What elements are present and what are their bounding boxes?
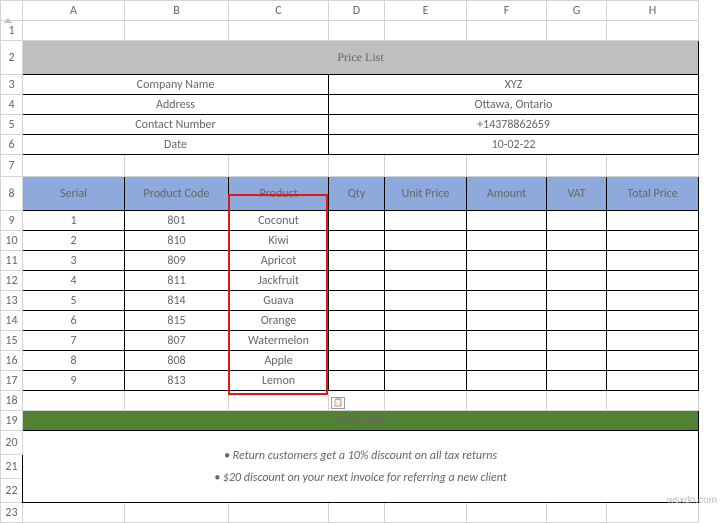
cell-product[interactable]: Guava [229,291,329,311]
cell-serial[interactable]: 8 [23,351,125,371]
cell-product[interactable]: Lemon [229,371,329,391]
cell-product[interactable]: Orange [229,311,329,331]
row-header[interactable]: 14 [1,311,23,331]
company-label[interactable]: Company Name [23,75,329,95]
row-header[interactable]: 6 [1,135,23,155]
title-cell[interactable]: Price List [23,41,699,75]
cell-product[interactable]: Apple [229,351,329,371]
row-header[interactable]: 5 [1,115,23,135]
watermark: wsxdn.com [667,495,717,506]
company-value[interactable]: XYZ [329,75,699,95]
cell-code[interactable]: 815 [125,311,229,331]
row-header[interactable]: 3 [1,75,23,95]
cell-serial[interactable]: 5 [23,291,125,311]
cell-unit[interactable] [385,211,467,231]
cell-serial[interactable]: 1 [23,211,125,231]
cell-serial[interactable]: 9 [23,371,125,391]
row-header[interactable]: 7 [1,155,23,177]
row-header[interactable]: 12 [1,271,23,291]
row-header[interactable]: 16 [1,351,23,371]
cell-total[interactable] [607,211,699,231]
row-header[interactable]: 15 [1,331,23,351]
discounts-body[interactable]: • Return customers get a 10% discount on… [23,431,699,503]
contact-label[interactable]: Contact Number [23,115,329,135]
paste-options-icon[interactable]: 📋 [331,397,345,409]
row-header[interactable]: 2 [1,41,23,75]
column-header-row: A B C D E F G H [1,1,699,21]
cell-serial[interactable]: 2 [23,231,125,251]
cell-product[interactable]: Coconut [229,211,329,231]
address-value[interactable]: Ottawa, Ontario [329,95,699,115]
cell-code[interactable]: 811 [125,271,229,291]
row-header[interactable]: 11 [1,251,23,271]
cell-serial[interactable]: 3 [23,251,125,271]
row-header[interactable]: 22 [1,479,23,503]
col-header-D[interactable]: D [329,1,385,21]
col-header-C[interactable]: C [229,1,329,21]
date-value[interactable]: 10-02-22 [329,135,699,155]
row-header[interactable]: 20 [1,431,23,455]
cell-product[interactable]: Kiwi [229,231,329,251]
col-header-A[interactable]: A [23,1,125,21]
hdr-code[interactable]: Product Code [125,177,229,211]
row-header[interactable]: 17 [1,371,23,391]
cell-code[interactable]: 814 [125,291,229,311]
row-header[interactable]: 23 [1,503,23,523]
cell-code[interactable]: 809 [125,251,229,271]
row-header[interactable]: 18 [1,391,23,411]
select-all-corner[interactable] [1,1,23,21]
address-label[interactable]: Address [23,95,329,115]
cell-serial[interactable]: 7 [23,331,125,351]
cell-code[interactable]: 813 [125,371,229,391]
discount-line1: • Return customers get a 10% discount on… [23,449,698,463]
row-header[interactable]: 19 [1,411,23,431]
cell-vat[interactable] [547,211,607,231]
cell-serial[interactable]: 6 [23,311,125,331]
row-header[interactable]: 10 [1,231,23,251]
hdr-serial[interactable]: Serial [23,177,125,211]
col-header-B[interactable]: B [125,1,229,21]
hdr-qty[interactable]: Qty [329,177,385,211]
row-header[interactable]: 1 [1,21,23,41]
row-header[interactable]: 9 [1,211,23,231]
hdr-unit[interactable]: Unit Price [385,177,467,211]
contact-value[interactable]: +14378862659 [329,115,699,135]
col-header-E[interactable]: E [385,1,467,21]
cell-code[interactable]: 807 [125,331,229,351]
cell-code[interactable]: 808 [125,351,229,371]
cell-code[interactable]: 810 [125,231,229,251]
col-header-G[interactable]: G [547,1,607,21]
row-header[interactable]: 21 [1,455,23,479]
col-header-H[interactable]: H [607,1,699,21]
row-header[interactable]: 8 [1,177,23,211]
cell-product[interactable]: Jackfruit [229,271,329,291]
cell-product[interactable]: Watermelon [229,331,329,351]
row-header[interactable]: 13 [1,291,23,311]
hdr-amount[interactable]: Amount [467,177,547,211]
cell-amount[interactable] [467,211,547,231]
cell-qty[interactable] [329,211,385,231]
hdr-vat[interactable]: VAT [547,177,607,211]
cell-serial[interactable]: 4 [23,271,125,291]
cell-code[interactable]: 801 [125,211,229,231]
spreadsheet-grid[interactable]: A B C D E F G H 1 2 Price List 3 Company… [0,0,699,523]
hdr-total[interactable]: Total Price [607,177,699,211]
discounts-header[interactable]: Discounts [23,411,699,431]
hdr-product[interactable]: Product [229,177,329,211]
row-header[interactable]: 4 [1,95,23,115]
discount-line2: • $20 discount on your next invoice for … [23,471,698,485]
cell-product[interactable]: Apricot [229,251,329,271]
date-label[interactable]: Date [23,135,329,155]
col-header-F[interactable]: F [467,1,547,21]
